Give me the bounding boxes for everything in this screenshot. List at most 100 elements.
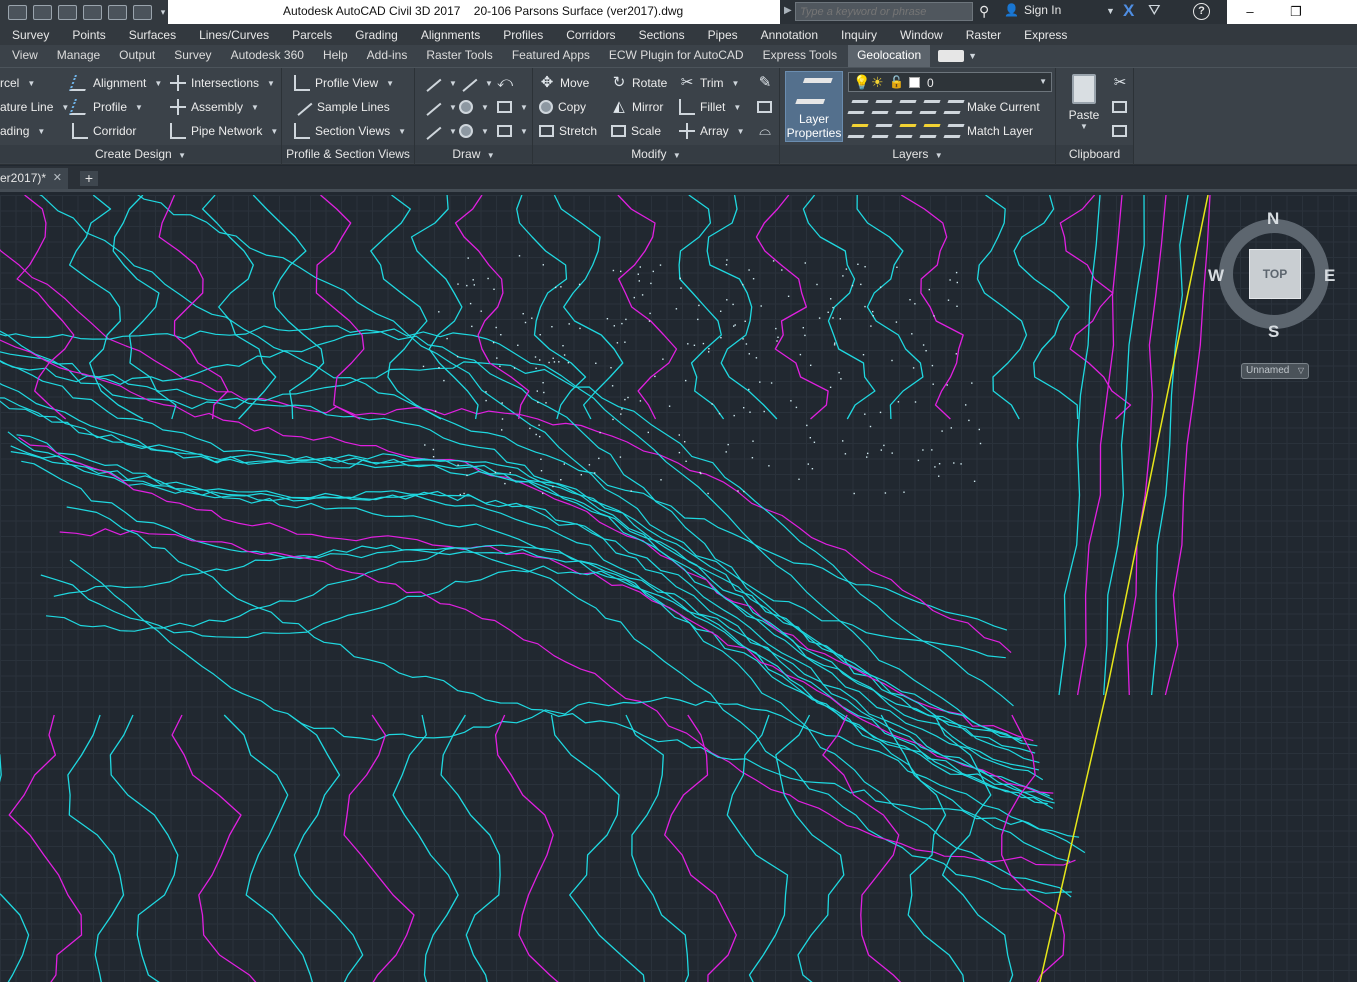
panel-title-draw[interactable]: Draw ▼ [415, 145, 532, 163]
panel-title-layers[interactable]: Layers ▼ [780, 145, 1055, 163]
menu-parcels[interactable]: Parcels [280, 28, 343, 42]
alignment-button[interactable]: Alignment ▼ [69, 72, 162, 94]
sign-in-chevron-icon[interactable]: ▼ [1106, 6, 1115, 16]
menu-profiles[interactable]: Profiles [491, 28, 554, 42]
menu-raster[interactable]: Raster [954, 28, 1012, 42]
help-icon[interactable]: ? [1193, 3, 1210, 20]
layer-tool-3[interactable] [895, 96, 917, 118]
tab-geolocation[interactable]: Geolocation [848, 45, 931, 67]
move-button[interactable]: ✥ Move [539, 72, 590, 94]
restore-button[interactable]: ❐ [1273, 0, 1319, 24]
menu-sections[interactable]: Sections [627, 28, 696, 42]
explode-button[interactable] [757, 96, 772, 118]
copy-with-base-button[interactable] [1112, 120, 1127, 142]
mirror-button[interactable]: ◭ Mirror [611, 96, 663, 118]
panel-title-modify[interactable]: Modify ▼ [533, 145, 779, 163]
tab-add-ins[interactable]: Add-ins [355, 45, 415, 67]
tab-view[interactable]: View [0, 45, 45, 67]
menu-annotation[interactable]: Annotation [749, 28, 829, 42]
menu-survey[interactable]: Survey [0, 28, 60, 42]
expand-search-icon[interactable]: ▶ [784, 5, 792, 16]
pipe-network-button[interactable]: Pipe Network ▼ [170, 120, 278, 142]
a360-icon[interactable]: ⛛ [1148, 2, 1161, 19]
compass-north[interactable]: N [1267, 209, 1279, 229]
menu-express[interactable]: Express [1012, 28, 1078, 42]
help-search-input[interactable] [795, 2, 973, 21]
document-tab[interactable]: er2017)* ✕ [0, 168, 68, 189]
copy-clip-button[interactable] [1112, 96, 1127, 118]
assembly-button[interactable]: Assembly ▼ [170, 96, 259, 118]
drawing-canvas[interactable] [0, 195, 1357, 982]
feature-line-button[interactable]: ature Line ▼ [0, 96, 69, 118]
tab-raster-tools[interactable]: Raster Tools [414, 45, 499, 67]
array-button[interactable]: Array ▼ [679, 120, 745, 142]
save-icon[interactable] [33, 4, 52, 20]
undo-icon[interactable] [108, 4, 127, 20]
match-properties-icon[interactable] [133, 4, 152, 20]
arc-tool[interactable]: ⤺ [497, 72, 513, 94]
erase-button[interactable]: ✎ [757, 72, 773, 94]
sample-lines-button[interactable]: Sample Lines [293, 96, 390, 118]
layer-tool-5[interactable] [847, 120, 869, 142]
new-tab-button[interactable]: + [80, 171, 98, 186]
panel-title-create-design[interactable]: Create Design ▼ [0, 145, 281, 163]
viewcube[interactable]: TOP N S W E [1208, 207, 1337, 347]
fillet-button[interactable]: Fillet ▼ [679, 96, 741, 118]
spline-tool[interactable]: ▼ [422, 120, 457, 142]
cut-button[interactable]: ✂ [1112, 72, 1128, 94]
grading-button[interactable]: ading ▼ [0, 120, 45, 142]
menu-corridors[interactable]: Corridors [554, 28, 626, 42]
tab-survey[interactable]: Survey [162, 45, 218, 67]
layer-tool-2[interactable] [871, 96, 893, 118]
profile-view-button[interactable]: Profile View ▼ [294, 72, 394, 94]
menu-lines-curves[interactable]: Lines/Curves [187, 28, 280, 42]
section-views-button[interactable]: Section Views ▼ [294, 120, 406, 142]
ucs-menu[interactable]: Unnamed ▽ [1241, 363, 1309, 379]
minimize-button[interactable]: – [1227, 0, 1273, 24]
layer-dropdown[interactable]: 💡 ☀ 🔓 0 ▼ [848, 72, 1052, 92]
ellipse-tool[interactable]: ▼ [459, 120, 489, 142]
scale-button[interactable]: Scale [611, 120, 661, 142]
corridor-button[interactable]: Corridor [72, 120, 136, 142]
stretch-button[interactable]: Stretch [539, 120, 597, 142]
polyline-tool[interactable]: ▼ [458, 72, 493, 94]
menu-pipes[interactable]: Pipes [696, 28, 749, 42]
intersections-button[interactable]: Intersections ▼ [170, 72, 275, 94]
close-icon[interactable]: ✕ [53, 168, 62, 189]
layer-tool-4[interactable] [919, 96, 941, 118]
tab-output[interactable]: Output [107, 45, 162, 67]
rotate-button[interactable]: ↻ Rotate [611, 72, 668, 94]
menu-window[interactable]: Window [888, 28, 954, 42]
parcel-button[interactable]: rcel ▼ [0, 72, 35, 94]
plot-icon[interactable] [83, 4, 102, 20]
tab-ecw-plugin[interactable]: ECW Plugin for AutoCAD [597, 45, 751, 67]
make-current-button[interactable]: Make Current [943, 96, 1040, 118]
ribbon-minimize-toggle[interactable] [938, 50, 965, 62]
menu-alignments[interactable]: Alignments [409, 28, 491, 42]
save-as-icon[interactable] [58, 4, 77, 20]
construction-line-tool[interactable]: ▼ [422, 96, 457, 118]
profile-button[interactable]: Profile ▼ [69, 96, 143, 118]
ribbon-options-chevron-icon[interactable]: ▼ [968, 51, 977, 61]
copy-button[interactable]: Copy [539, 96, 586, 118]
hatch-tool[interactable]: ▼ [497, 120, 528, 142]
menu-surfaces[interactable]: Surfaces [117, 28, 187, 42]
layer-tool-6[interactable] [871, 120, 893, 142]
match-layer-button[interactable]: Match Layer [943, 120, 1033, 142]
compass-south[interactable]: S [1268, 322, 1279, 342]
binoculars-icon[interactable]: ⚲ [979, 3, 989, 20]
layer-properties-button[interactable]: Layer Properties [785, 71, 843, 142]
layer-tool-8[interactable] [919, 120, 941, 142]
menu-points[interactable]: Points [60, 28, 116, 42]
sign-in-button[interactable]: 👤 Sign In [1004, 3, 1061, 17]
customize-qat-chevron-icon[interactable]: ▾ [158, 5, 168, 20]
layer-tool-7[interactable] [895, 120, 917, 142]
tab-autodesk-360[interactable]: Autodesk 360 [219, 45, 311, 67]
autodesk-exchange-icon[interactable]: X [1123, 1, 1134, 21]
menu-inquiry[interactable]: Inquiry [829, 28, 888, 42]
compass-west[interactable]: W [1208, 266, 1224, 286]
circle-tool[interactable]: ▼ [459, 96, 489, 118]
offset-button[interactable]: ⌓ [757, 120, 773, 142]
tab-express-tools[interactable]: Express Tools [751, 45, 844, 67]
line-tool[interactable]: ▼ [422, 72, 457, 94]
